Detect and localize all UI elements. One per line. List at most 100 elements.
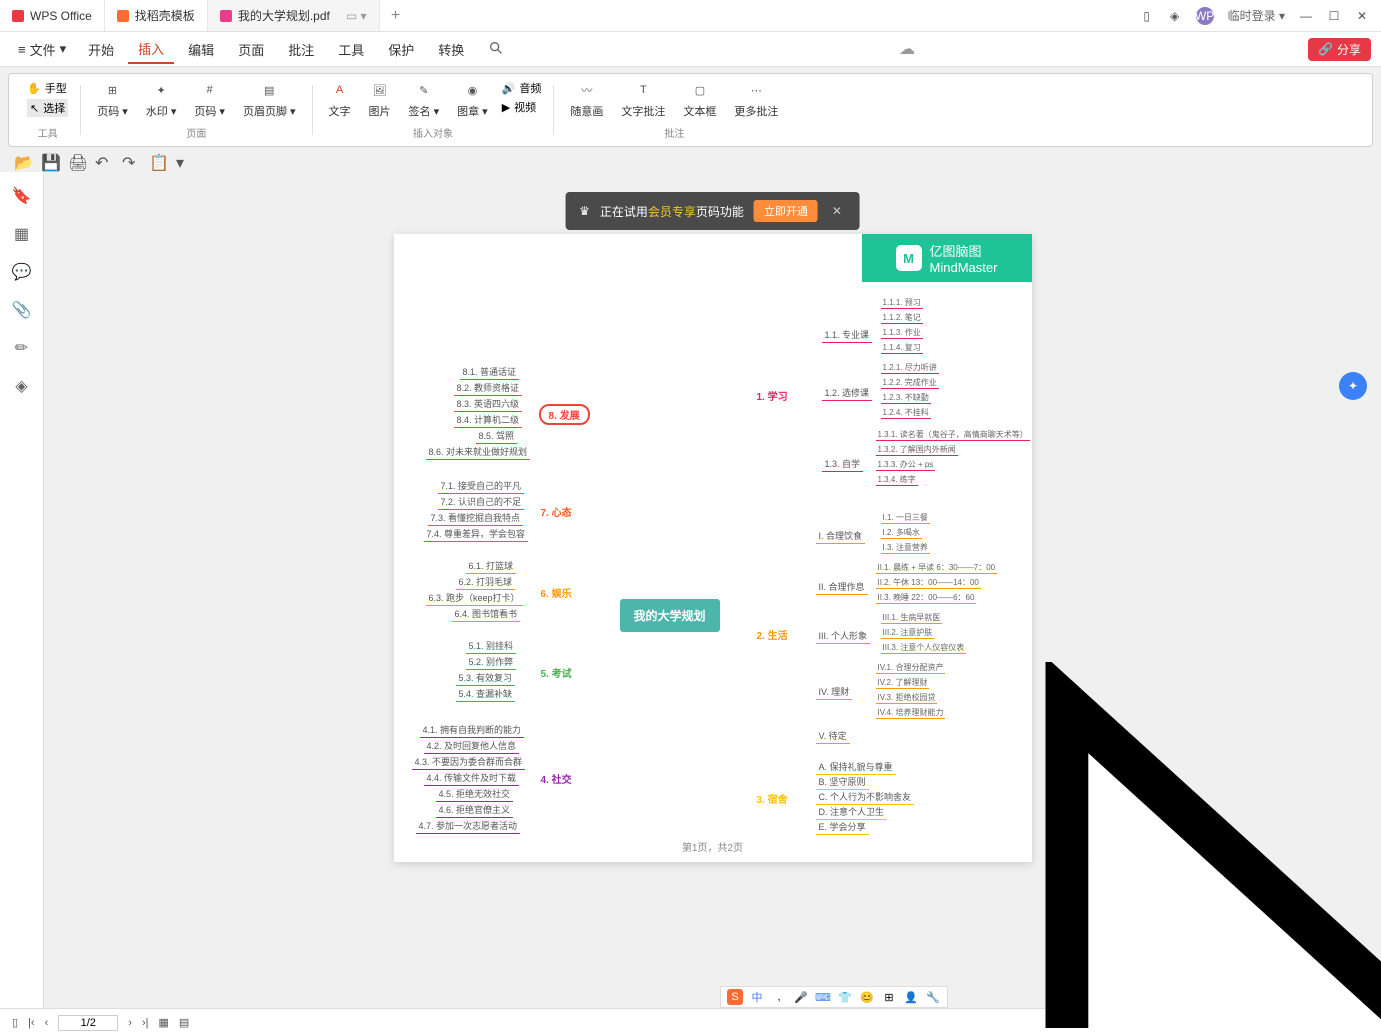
zoom-in[interactable]: + [1297, 1017, 1303, 1029]
leaf: 1.3.2. 了解国内外新闻 [876, 444, 958, 456]
open-icon[interactable]: 📂 [14, 153, 29, 168]
close-button[interactable]: ✕ [1355, 9, 1369, 23]
insert-text[interactable]: A文字 [325, 80, 355, 125]
ime-bar[interactable]: S 中 , 🎤 ⌨ 👕 😊 ⊞ 👤 🔧 [720, 986, 948, 1008]
wps-icon [12, 10, 24, 22]
panel-icon[interactable]: ▯ [1140, 9, 1154, 23]
first-page[interactable]: |‹ [28, 1017, 35, 1029]
layers-icon[interactable]: ◈ [12, 376, 32, 396]
header-footer[interactable]: ▤页眉页脚 ▾ [239, 80, 300, 125]
share-button[interactable]: 🔗 分享 [1308, 38, 1371, 61]
main-area: 🔖 ▦ 💬 📎 ✏ ◈ ♛ 正在试用会员专享页码功能 立即开通 ✕ ✦ M 亿图… [0, 172, 1381, 1028]
leaf: II.3. 晚睡 22：00——6：60 [876, 592, 977, 604]
minimize-button[interactable]: — [1299, 9, 1313, 23]
ime-cloth-icon[interactable]: 👕 [837, 989, 853, 1005]
view1-icon[interactable]: ▭ [1093, 1015, 1109, 1031]
paste-icon[interactable]: 📋 [149, 153, 164, 168]
thumbnail-icon[interactable]: ▦ [12, 224, 32, 244]
view2-icon[interactable]: ▯▯ [1117, 1015, 1133, 1031]
insert-sign[interactable]: ✎签名 ▾ [405, 80, 444, 125]
ime-mic-icon[interactable]: 🎤 [793, 989, 809, 1005]
cloud-icon[interactable]: ☁ [899, 39, 915, 59]
page-input[interactable] [58, 1015, 118, 1031]
menu-insert[interactable]: 插入 [128, 35, 174, 64]
save-icon[interactable]: 💾 [41, 153, 56, 168]
ime-emoji-icon[interactable]: 😊 [859, 989, 875, 1005]
cube-icon[interactable]: ◈ [1168, 9, 1182, 23]
ime-grid-icon[interactable]: ⊞ [881, 989, 897, 1005]
prev-page[interactable]: ‹ [45, 1017, 49, 1029]
zoom-slider[interactable] [1207, 1021, 1287, 1024]
attachment-icon[interactable]: 📎 [12, 300, 32, 320]
tab-document[interactable]: 我的大学规划.pdf▭ ▾ [208, 0, 380, 31]
center-node: 我的大学规划 [620, 599, 720, 632]
page-number-label: 第1页，共2页 [682, 839, 743, 854]
menu-protect[interactable]: 保护 [378, 36, 424, 63]
ime-tool-icon[interactable]: 🔧 [925, 989, 941, 1005]
pdf-page: M 亿图脑图MindMaster 我的大学规划 1. 学习 2. 生活 3. 宿… [394, 234, 1032, 862]
fullscreen-icon[interactable]: ⛶ [1361, 1016, 1369, 1029]
tab-wps[interactable]: WPS Office [0, 0, 105, 31]
leaf: 1.1.2. 笔记 [881, 312, 923, 324]
insert-stamp[interactable]: ◉图章 ▾ [453, 80, 492, 125]
insert-video[interactable]: ▶ 视频 [502, 99, 542, 115]
next-page[interactable]: › [128, 1017, 132, 1029]
ime-person-icon[interactable]: 👤 [903, 989, 919, 1005]
maximize-button[interactable]: ☐ [1327, 9, 1341, 23]
zoom-level[interactable]: 60% [1314, 1017, 1336, 1029]
comment-icon[interactable]: 💬 [12, 262, 32, 282]
file-menu[interactable]: ≡ 文件 ▾ [10, 37, 74, 62]
menu-convert[interactable]: 转换 [428, 36, 474, 63]
text-box[interactable]: ▢文本框 [679, 80, 720, 125]
menu-annot[interactable]: 批注 [278, 36, 324, 63]
leaf: III.1. 生病早就医 [881, 612, 943, 624]
fit-icon[interactable]: ⊡ [1165, 1015, 1181, 1031]
sub-86: 8.6. 对未来就业做好规划 [426, 444, 531, 460]
banner-close[interactable]: ✕ [828, 204, 846, 218]
insert-audio[interactable]: 🔊 音频 [502, 80, 542, 96]
upgrade-button[interactable]: 立即开通 [754, 200, 818, 222]
watermark[interactable]: ✦水印 ▾ [142, 80, 181, 125]
ime-punct[interactable]: , [771, 989, 787, 1005]
view3-icon[interactable]: ▦ [1141, 1015, 1157, 1031]
insert-image[interactable]: 🖼图片 [365, 80, 395, 125]
leaf: 1.3.1. 读名著（鬼谷子，高情商聊天术等） [876, 429, 1030, 441]
ime-lang[interactable]: 中 [749, 989, 765, 1005]
last-page[interactable]: ›| [142, 1017, 149, 1029]
sub-74: 7.4. 尊重差异，学会包容 [424, 526, 529, 542]
hand-tool[interactable]: ✋ 手型 [27, 80, 68, 96]
leaf: 1.2.3. 不缺勤 [881, 392, 931, 404]
free-draw[interactable]: 〰随意画 [566, 80, 607, 125]
continuous-icon[interactable]: ▤ [179, 1016, 189, 1029]
pencil-icon[interactable]: ✏ [12, 338, 32, 358]
leaf: 1.3.4. 练字 [876, 474, 918, 486]
menu-edit[interactable]: 编辑 [178, 36, 224, 63]
login-label[interactable]: 临时登录 ▾ [1228, 7, 1285, 24]
select-tool[interactable]: ↖ 选择 [27, 99, 68, 117]
ai-button[interactable]: ✦ [1339, 372, 1367, 400]
text-annot[interactable]: T文字批注 [617, 80, 669, 125]
more-icon[interactable]: ▾ [176, 153, 191, 168]
tab-menu-icon[interactable]: ▭ ▾ [346, 9, 367, 23]
zoom-dropdown[interactable]: ▾ [1346, 1016, 1352, 1029]
tab-templates[interactable]: 找稻壳模板 [105, 0, 208, 31]
page-insert[interactable]: ⊞页码 ▾ [93, 80, 132, 125]
menu-start[interactable]: 开始 [78, 36, 124, 63]
page-number[interactable]: #页码 ▾ [190, 80, 229, 125]
print-icon[interactable]: 🖨 [68, 153, 83, 168]
canvas[interactable]: ♛ 正在试用会员专享页码功能 立即开通 ✕ ✦ M 亿图脑图MindMaster… [44, 172, 1381, 1028]
bookmark-icon[interactable]: 🔖 [12, 186, 32, 206]
ime-keyboard-icon[interactable]: ⌨ [815, 989, 831, 1005]
redo-icon[interactable]: ↷ [122, 153, 137, 168]
undo-icon[interactable]: ↶ [95, 153, 110, 168]
new-tab-button[interactable]: + [380, 7, 412, 25]
search-button[interactable] [478, 36, 514, 63]
menu-tools[interactable]: 工具 [328, 36, 374, 63]
more-annot[interactable]: ⋯更多批注 [730, 80, 782, 125]
view-mode-icon[interactable]: ▯ [12, 1016, 18, 1029]
menu-page[interactable]: 页面 [228, 36, 274, 63]
layout-icon[interactable]: ▦ [158, 1016, 168, 1029]
zoom-out[interactable]: − [1191, 1017, 1197, 1029]
sub-21: I. 合理饮食 [816, 528, 866, 544]
avatar[interactable]: WP [1196, 7, 1214, 25]
